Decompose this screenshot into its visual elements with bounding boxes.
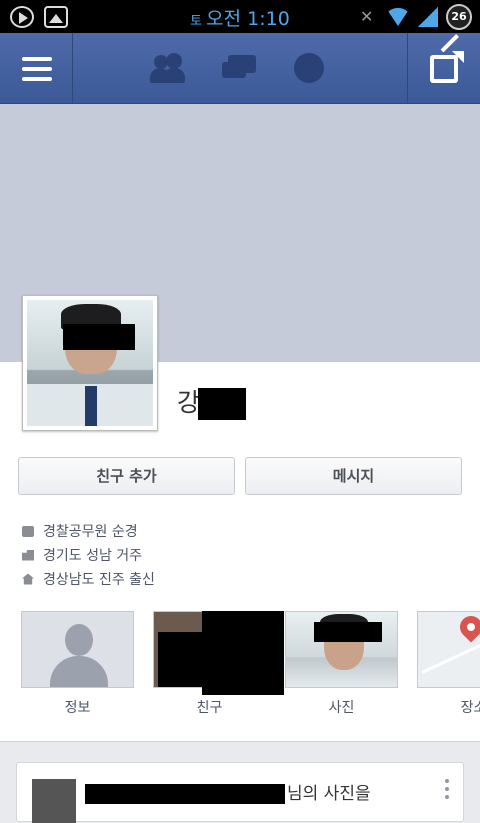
censor-bar	[63, 324, 135, 350]
info-current-city: 경기도 성남 거주	[22, 543, 155, 567]
places-tile-label: 장소	[460, 700, 480, 716]
status-day: 토	[190, 14, 203, 29]
map-pin-icon	[455, 612, 480, 643]
top-nav-bar	[0, 33, 480, 104]
about-tile[interactable]	[21, 611, 134, 688]
profile-tiles: 정보 친구 사진 장소	[0, 611, 480, 721]
info-hometown-text: 경상남도 진주 출신	[43, 572, 155, 588]
photos-tile-label: 사진	[328, 700, 355, 716]
more-options-icon[interactable]	[445, 779, 449, 803]
info-hometown: 경상남도 진주 출신	[22, 567, 155, 591]
signal-icon	[418, 7, 438, 27]
story-thumbnail	[32, 779, 76, 823]
share-button[interactable]	[407, 33, 480, 104]
mute-icon: ✕	[360, 7, 374, 26]
censor-bar	[85, 784, 285, 804]
profile-name: 강	[177, 383, 247, 420]
profile-picture[interactable]	[22, 295, 158, 431]
censor-bar	[314, 622, 382, 642]
profile-info-list: 경찰공무원 순경 경기도 성남 거주 경상남도 진주 출신	[22, 519, 155, 591]
status-clock: 오전 1:10	[206, 8, 290, 30]
status-bar: 토 오전 1:10 ✕ 26	[0, 0, 480, 33]
censor-bar	[158, 632, 202, 687]
wifi-icon	[386, 8, 410, 26]
censor-bar	[198, 388, 247, 420]
message-button[interactable]: 메시지	[245, 457, 462, 495]
about-tile-label: 정보	[64, 700, 91, 716]
info-city-text: 경기도 성남 거주	[43, 548, 143, 564]
places-tile[interactable]	[417, 611, 480, 688]
globe-icon	[294, 53, 324, 83]
info-work-text: 경찰공무원 순경	[43, 524, 138, 540]
feed-story[interactable]: 님의 사진을	[16, 762, 464, 823]
briefcase-icon	[22, 525, 34, 537]
city-icon	[22, 549, 34, 561]
notifications-icon[interactable]	[294, 53, 328, 83]
hamburger-icon	[22, 57, 52, 81]
person-icon	[65, 624, 93, 656]
messages-icon[interactable]	[222, 53, 256, 83]
story-text: 님의 사진을	[85, 779, 371, 804]
friend-requests-icon[interactable]	[150, 53, 185, 83]
add-friend-button[interactable]: 친구 추가	[18, 457, 235, 495]
home-icon	[22, 573, 34, 585]
censor-bar	[202, 611, 284, 695]
photos-tile[interactable]	[285, 611, 398, 688]
info-work: 경찰공무원 순경	[22, 519, 155, 543]
menu-button[interactable]	[0, 33, 73, 104]
battery-icon: 26	[446, 4, 472, 30]
friends-tile-label: 친구	[196, 700, 223, 716]
